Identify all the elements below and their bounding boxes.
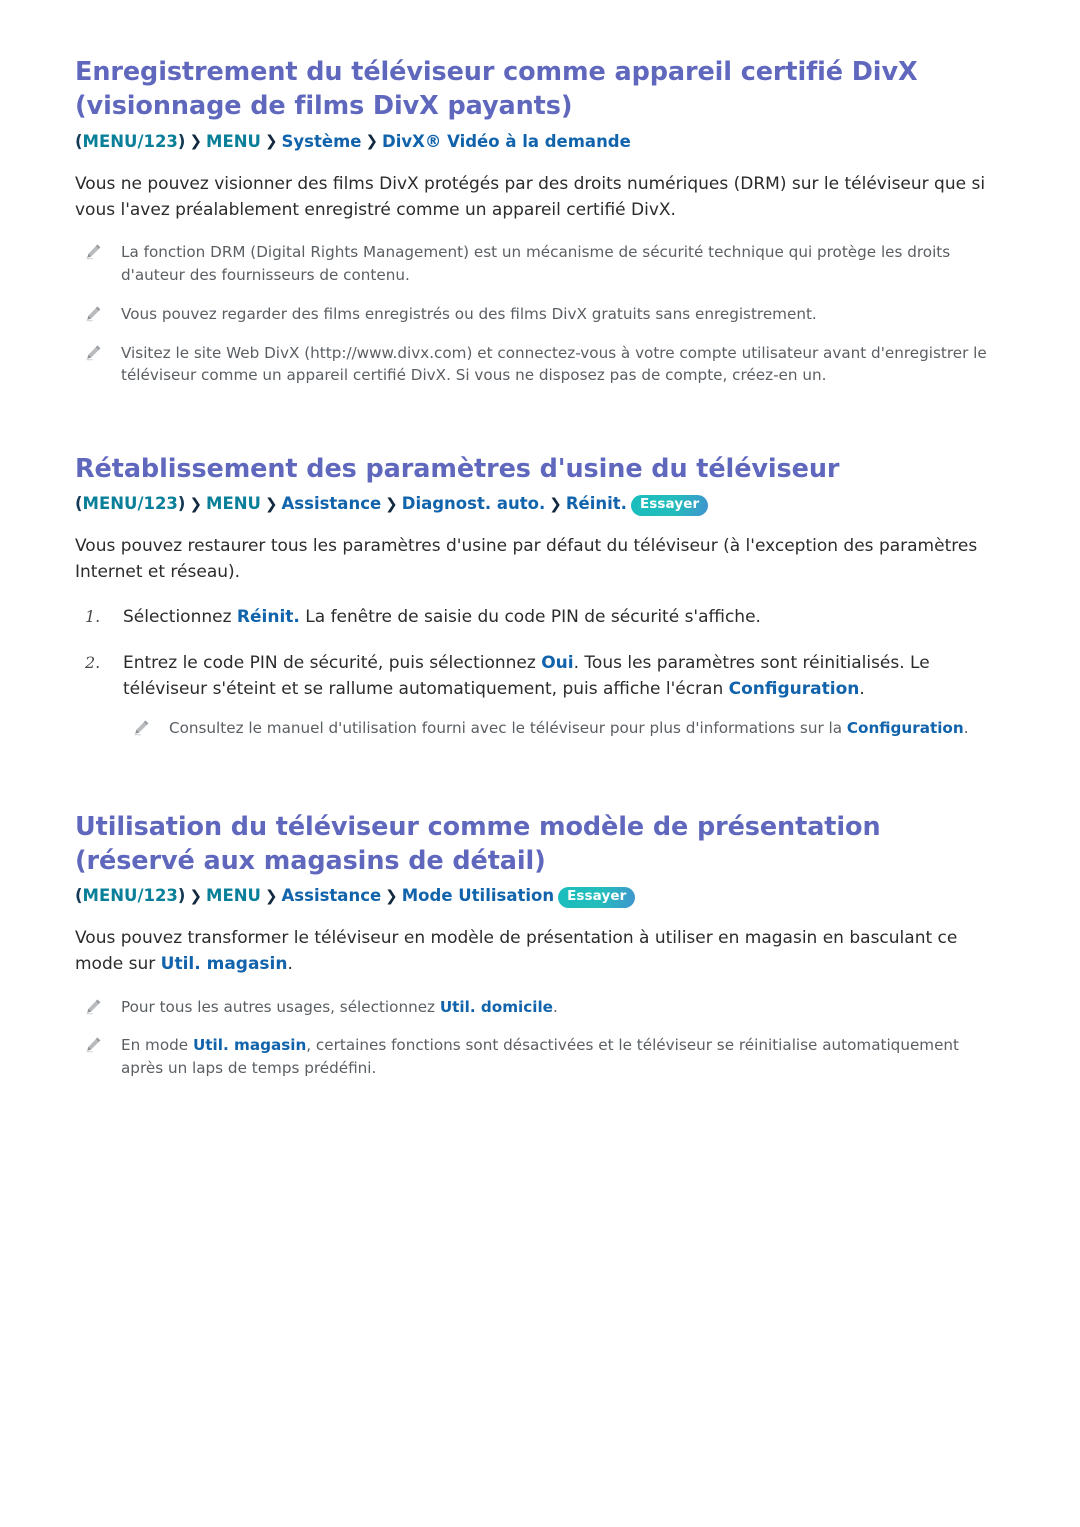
list-item: Pour tous les autres usages, sélectionne… (75, 996, 1005, 1019)
page-title: Rétablissement des paramètres d'usine du… (75, 454, 840, 485)
list-item: Visitez le site Web DivX (http://www.div… (75, 342, 1005, 388)
breadcrumb-item-reinit[interactable]: Réinit. (566, 494, 627, 513)
note-list: La fonction DRM (Digital Rights Manageme… (75, 241, 1005, 387)
note-highlight-configuration: Configuration (846, 718, 964, 737)
chevron-right-icon: ❯ (365, 132, 379, 151)
breadcrumb: (MENU/123) ❯ MENU ❯ Assistance ❯ Diagnost. aut… (75, 492, 1005, 517)
breadcrumb-open-paren: ( (75, 131, 83, 151)
note-text-after: . (552, 997, 558, 1016)
list-item: En mode Util. magasin, certaines fonctio… (75, 1034, 1005, 1080)
note-list: Consultez le manuel d'utilisation fourni… (123, 717, 1005, 740)
list-item: 1. Sélectionnez Réinit. La fenêtre de sa… (75, 604, 1005, 630)
breadcrumb-item-menu[interactable]: MENU (206, 494, 261, 513)
breadcrumb-item-menu[interactable]: MENU (206, 886, 261, 905)
pencil-icon (132, 718, 151, 737)
try-it-badge[interactable]: Essayer (558, 887, 636, 908)
pencil-icon (84, 304, 103, 323)
chevron-right-icon: ❯ (264, 494, 278, 513)
breadcrumb-item-menu123[interactable]: MENU/123 (83, 886, 178, 905)
breadcrumb-item-menu123[interactable]: MENU/123 (83, 494, 178, 513)
try-it-badge[interactable]: Essayer (630, 495, 709, 516)
breadcrumb-item-mode-utilisation[interactable]: Mode Utilisation (402, 886, 554, 905)
chevron-right-icon: ❯ (189, 132, 203, 151)
step-highlight-oui: Oui (541, 652, 574, 673)
list-item: Vous pouvez regarder des films enregistr… (75, 303, 1005, 326)
breadcrumb-open-paren: ( (75, 494, 83, 514)
chevron-right-icon: ❯ (189, 886, 203, 905)
note-text-after: . (963, 718, 969, 737)
breadcrumb-open-paren: ( (75, 886, 83, 906)
section-retail-demo-mode: Utilisation du téléviseur comme modèle d… (75, 811, 1005, 1080)
step-text-before: Entrez le code PIN de sécurité, puis sél… (123, 652, 542, 673)
note-text-before: Pour tous les autres usages, sélectionne… (121, 997, 440, 1016)
step-number: 1. (85, 606, 101, 626)
note-text-before: En mode (121, 1036, 193, 1055)
breadcrumb: (MENU/123) ❯ MENU ❯ Système ❯ DivX® Vidéo à la… (75, 130, 1005, 155)
chevron-right-icon: ❯ (385, 886, 398, 905)
chevron-right-icon: ❯ (385, 494, 398, 513)
section-body-text: Vous pouvez restaurer tous les paramètre… (75, 535, 978, 583)
note-highlight-util-domicile: Util. domicile (439, 997, 553, 1016)
breadcrumb: (MENU/123) ❯ MENU ❯ Assistance ❯ Mode Utilisat… (75, 884, 1005, 909)
page-title: Enregistrement du téléviseur comme appar… (75, 57, 918, 121)
list-item: La fonction DRM (Digital Rights Manageme… (75, 241, 1005, 287)
section-body-text: Vous pouvez transformer le téléviseur en… (75, 925, 1000, 978)
step-highlight-configuration: Configuration (728, 679, 860, 700)
step-text-before: Sélectionnez (123, 606, 237, 627)
chevron-right-icon: ❯ (264, 886, 278, 905)
page-title: Utilisation du téléviseur comme modèle d… (75, 812, 881, 877)
step-text-after: . (859, 679, 865, 700)
step-list: 1. Sélectionnez Réinit. La fenêtre de sa… (75, 604, 1005, 740)
breadcrumb-item-diagnost-auto[interactable]: Diagnost. auto. (402, 494, 545, 513)
breadcrumb-item-assistance[interactable]: Assistance (282, 886, 382, 905)
step-number: 2. (85, 652, 101, 672)
section-divx-registration: Enregistrement du téléviseur comme appar… (75, 56, 1005, 387)
pencil-icon (84, 1035, 103, 1054)
body-text-after: . (287, 954, 293, 975)
breadcrumb-item-assistance[interactable]: Assistance (282, 494, 382, 513)
breadcrumb-item-divx-vod[interactable]: DivX® Vidéo à la demande (382, 132, 631, 151)
body-highlight-util-magasin: Util. magasin (160, 954, 288, 975)
pencil-icon (84, 242, 103, 261)
chevron-right-icon: ❯ (264, 132, 278, 151)
note-text: Vous pouvez regarder des films enregistr… (121, 304, 817, 323)
note-list: Pour tous les autres usages, sélectionne… (75, 996, 1005, 1080)
list-item: 2. Entrez le code PIN de sécurité, puis … (75, 650, 1005, 739)
note-text: La fonction DRM (Digital Rights Manageme… (121, 243, 951, 285)
step-highlight-reinit: Réinit. (236, 606, 300, 627)
breadcrumb-item-systeme[interactable]: Système (282, 132, 362, 151)
list-item: Consultez le manuel d'utilisation fourni… (123, 717, 1005, 740)
pencil-icon (84, 343, 103, 362)
note-text: Visitez le site Web DivX (http://www.div… (121, 343, 987, 385)
step-text-after: La fenêtre de saisie du code PIN de sécu… (299, 606, 761, 627)
chevron-right-icon: ❯ (189, 494, 203, 513)
section-body-text: Vous ne pouvez visionner des films DivX … (75, 173, 986, 220)
breadcrumb-item-menu[interactable]: MENU (206, 132, 261, 151)
chevron-right-icon: ❯ (549, 494, 562, 513)
section-factory-reset: Rétablissement des paramètres d'usine du… (75, 453, 1005, 739)
breadcrumb-item-menu123[interactable]: MENU/123 (83, 132, 178, 151)
pencil-icon (84, 997, 103, 1016)
note-text-before: Consultez le manuel d'utilisation fourni… (169, 718, 847, 737)
document-page: Enregistrement du téléviseur comme appar… (0, 0, 1080, 1527)
note-highlight-util-magasin: Util. magasin (192, 1036, 307, 1055)
